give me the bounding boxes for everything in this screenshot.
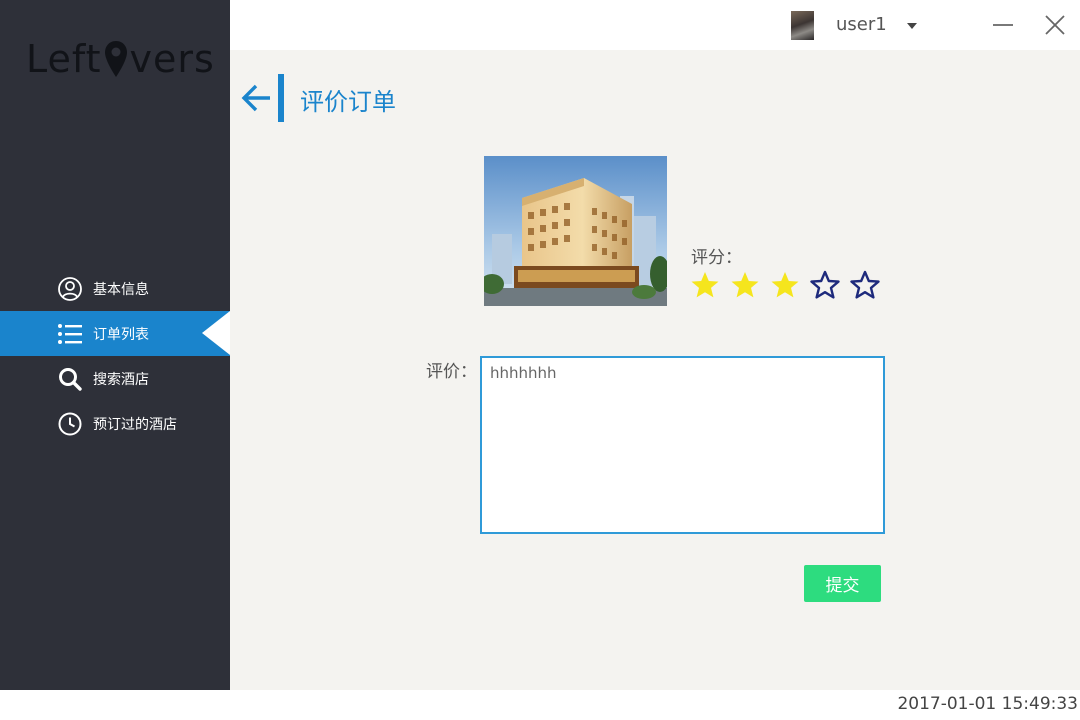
status-timestamp: 2017-01-01 15:49:33	[897, 694, 1078, 714]
star-filled-icon[interactable]	[770, 270, 800, 300]
star-filled-icon[interactable]	[730, 270, 760, 300]
minimize-icon[interactable]	[992, 14, 1014, 36]
hotel-image	[484, 156, 667, 306]
sidebar-item-label: 预订过的酒店	[93, 416, 177, 433]
sidebar-item-search-hotel[interactable]: 搜索酒店	[0, 356, 230, 401]
logo-text-left: Left	[26, 37, 102, 81]
rating-stars[interactable]	[690, 270, 890, 300]
sidebar-item-label: 订单列表	[93, 326, 149, 343]
logo-text-right: vers	[129, 37, 215, 81]
sidebar-item-booked-hotels[interactable]: 预订过的酒店	[0, 401, 230, 446]
submit-button[interactable]: 提交	[804, 565, 881, 602]
sidebar-item-label: 基本信息	[93, 281, 149, 298]
review-textarea[interactable]: hhhhhhh	[480, 356, 885, 534]
sidebar-item-basic-info[interactable]: 基本信息	[0, 266, 230, 311]
page-title: 评价订单	[300, 88, 396, 116]
sidebar-item-order-list[interactable]: 订单列表	[0, 311, 230, 356]
title-accent-bar	[278, 74, 284, 122]
close-icon[interactable]	[1044, 14, 1066, 36]
app-logo: Left vers	[26, 34, 215, 84]
user-circle-icon	[57, 276, 83, 302]
search-icon	[57, 366, 83, 392]
rating-label: 评分：	[691, 248, 742, 268]
review-label: 评价：	[426, 362, 477, 382]
clock-icon	[57, 411, 83, 437]
sidebar-item-label: 搜索酒店	[93, 371, 149, 388]
location-pin-icon	[103, 39, 129, 79]
caret-down-icon[interactable]	[905, 18, 919, 32]
back-arrow-icon[interactable]	[240, 83, 272, 113]
list-icon	[57, 321, 83, 347]
star-empty-icon[interactable]	[850, 270, 880, 300]
top-bar: user1	[230, 0, 1080, 50]
sidebar-nav: 基本信息 订单列表 搜索酒店 预订过的酒店	[0, 266, 230, 446]
main-content: 评价订单 评分： 评价： hhhhhhh 提交	[230, 50, 1080, 690]
username[interactable]: user1	[836, 14, 887, 35]
sidebar: Left vers 基本信息 订单列表 搜索酒店 预订过的酒店	[0, 0, 230, 690]
avatar[interactable]	[791, 11, 814, 40]
star-empty-icon[interactable]	[810, 270, 840, 300]
star-filled-icon[interactable]	[690, 270, 720, 300]
